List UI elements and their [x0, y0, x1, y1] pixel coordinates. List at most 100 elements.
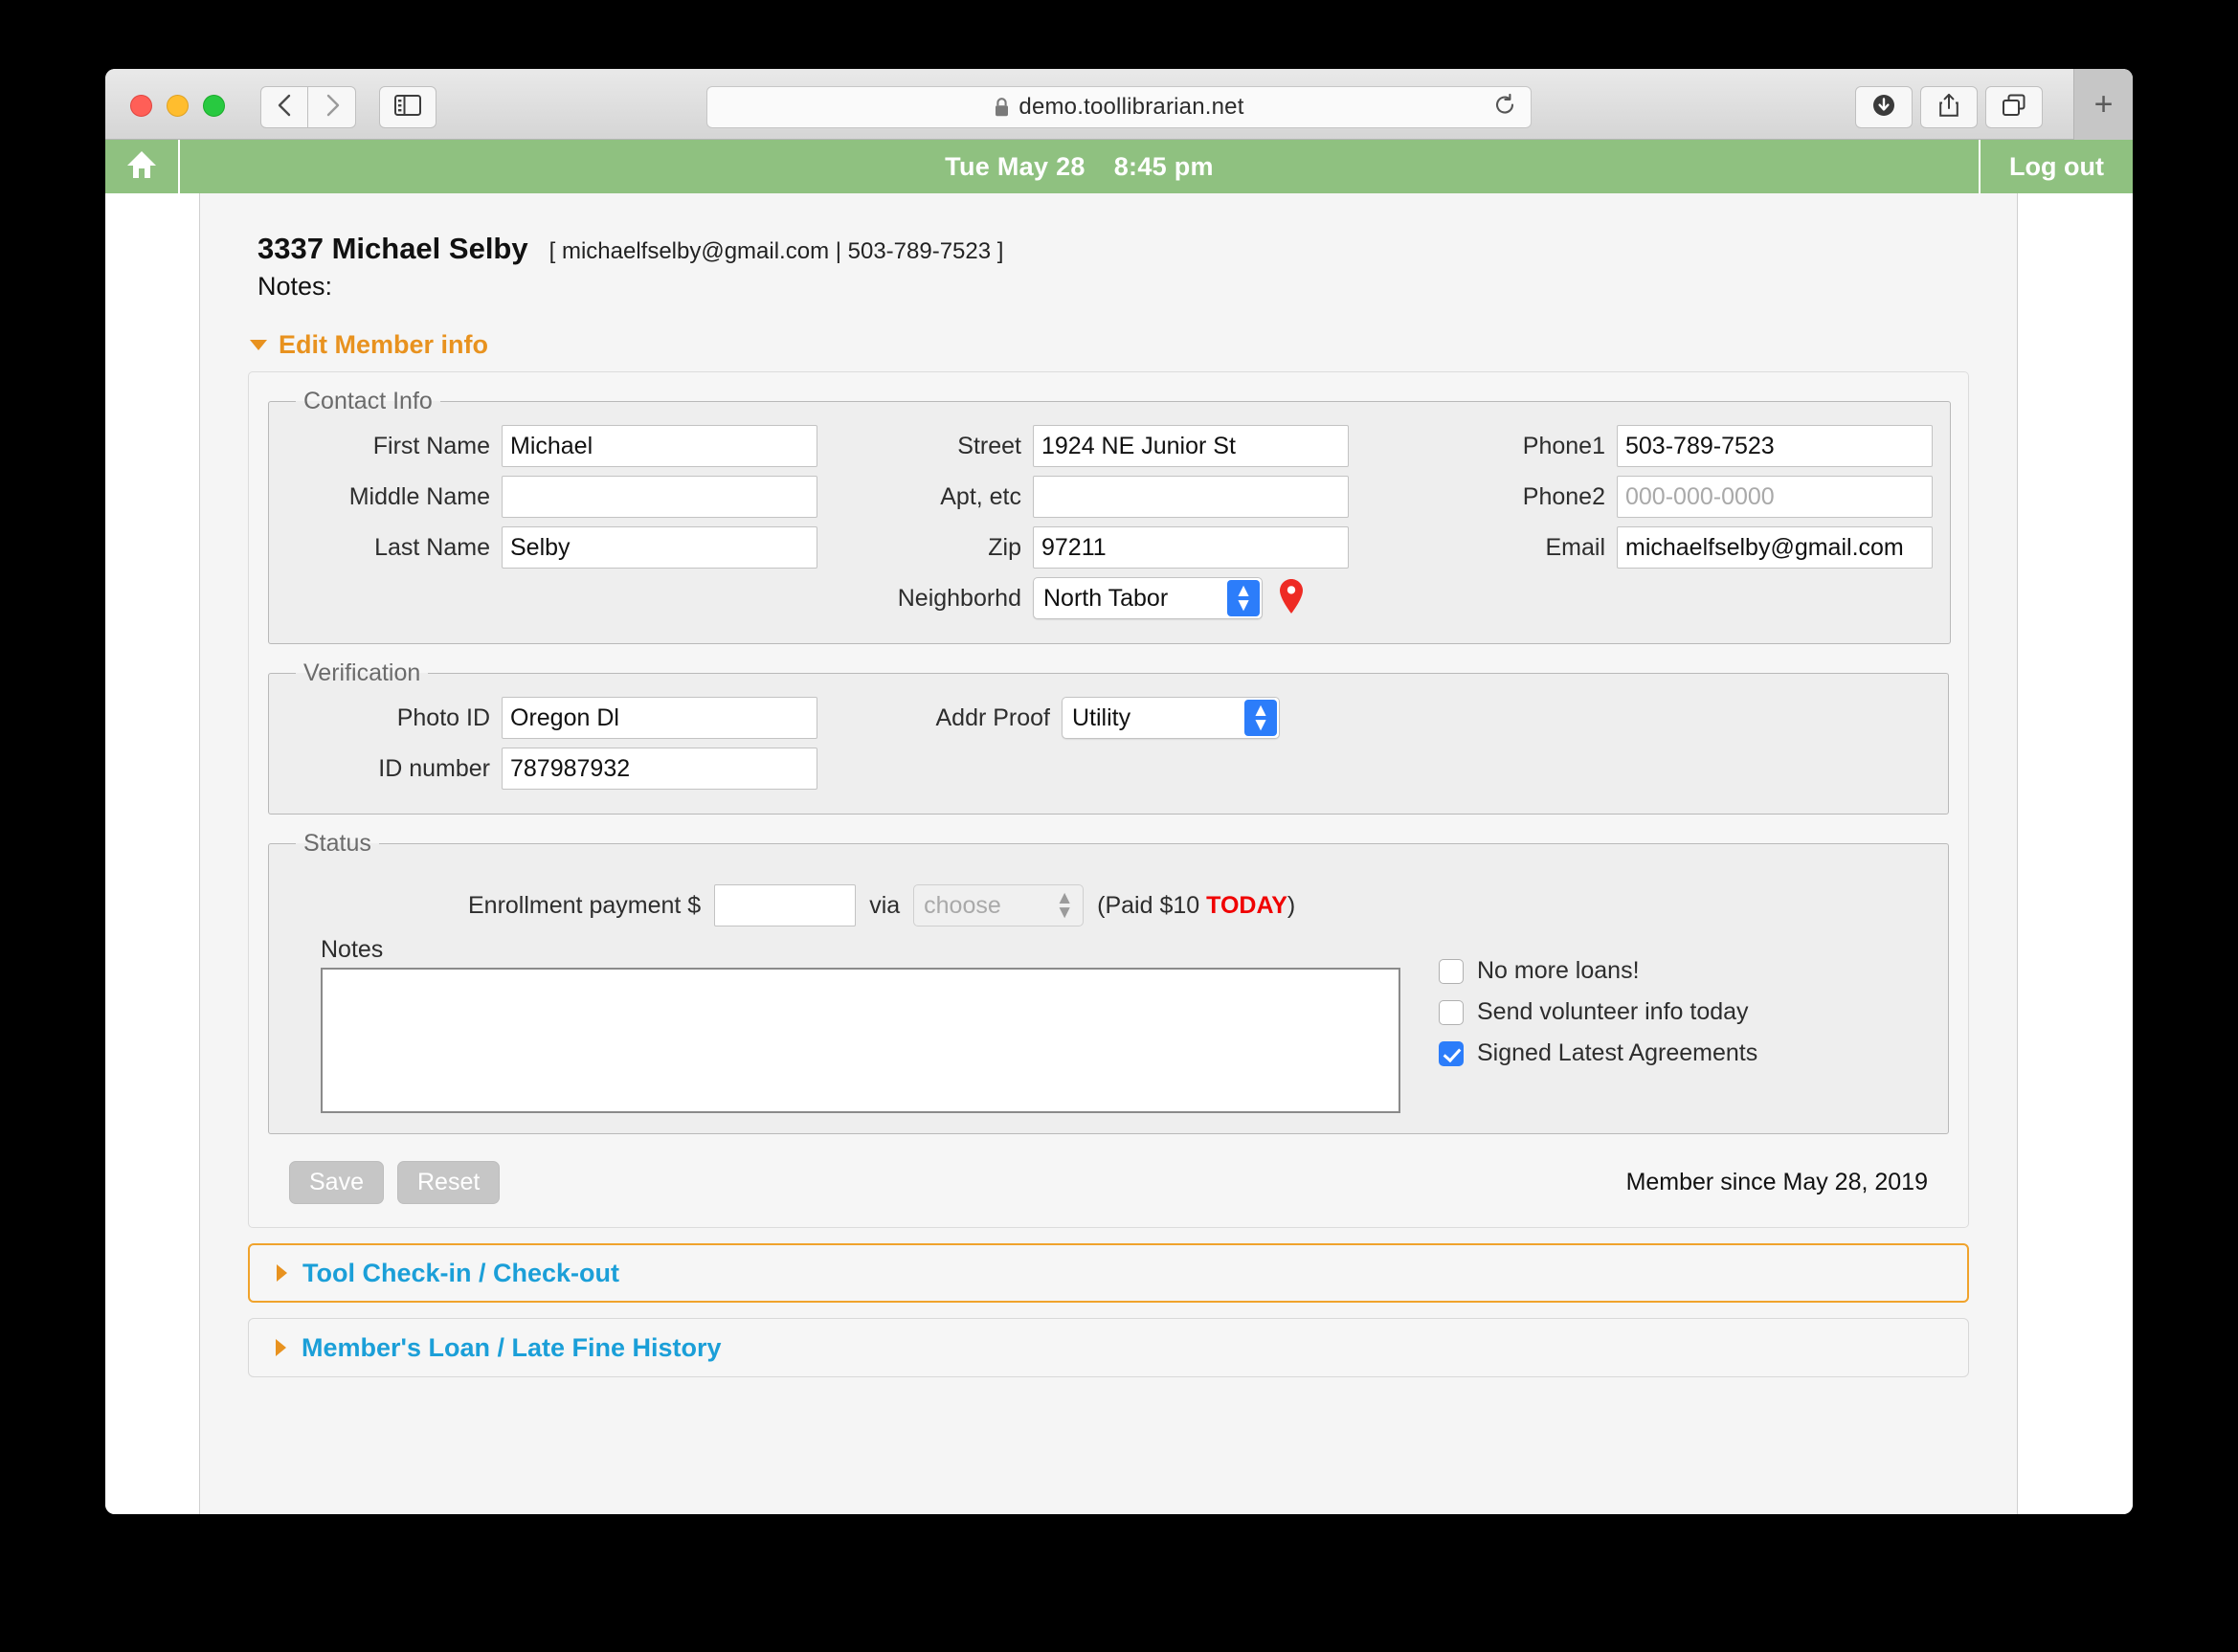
member-notes-label: Notes:: [257, 272, 333, 301]
panel-loan-fine-history-label: Member's Loan / Late Fine History: [302, 1332, 722, 1362]
email-input[interactable]: [1617, 526, 1933, 569]
save-button[interactable]: Save: [289, 1161, 384, 1204]
neighborhood-select[interactable]: North Tabor ▲ ▼: [1033, 577, 1263, 619]
panel-tool-checkin-checkout[interactable]: Tool Check-in / Check-out: [248, 1243, 1969, 1303]
checkbox-row-signed-agreements[interactable]: Signed Latest Agreements: [1439, 1039, 1757, 1067]
no-more-loans-label: No more loans!: [1477, 957, 1640, 984]
paid-suffix: ): [1287, 891, 1296, 919]
home-button[interactable]: [105, 140, 180, 193]
photo-id-input[interactable]: [502, 697, 817, 739]
neighborhood-label: Neighborhd: [897, 584, 1021, 612]
verification-legend: Verification: [303, 659, 421, 686]
contact-column-address: Street Apt, etc Zip: [861, 425, 1464, 628]
page-title: 3337 Michael Selby: [257, 232, 528, 265]
verification-fieldset: Verification Photo ID ID number: [268, 659, 1949, 815]
payment-method-select[interactable]: choose ▲ ▼: [913, 884, 1085, 926]
chevron-left-icon: [276, 93, 293, 123]
back-button[interactable]: [260, 86, 308, 128]
neighborhood-row: Neighborhd North Tabor ▲ ▼: [861, 577, 1464, 619]
enrollment-payment-label: Enrollment payment $: [468, 891, 702, 919]
apt-label: Apt, etc: [940, 482, 1021, 510]
email-row: Email: [1464, 526, 1933, 569]
edit-member-info-disclosure[interactable]: Edit Member info: [250, 330, 2017, 360]
phone1-row: Phone1: [1464, 425, 1933, 467]
phone2-row: Phone2: [1464, 476, 1933, 518]
addr-proof-selected-value: Utility: [1072, 703, 1131, 731]
reload-button[interactable]: [1492, 93, 1517, 123]
addr-proof-label: Addr Proof: [935, 703, 1050, 731]
apt-input[interactable]: [1033, 476, 1349, 518]
id-number-row: ID number: [286, 748, 861, 790]
last-name-input[interactable]: [502, 526, 817, 569]
address-bar[interactable]: demo.toollibrarian.net: [706, 86, 1532, 128]
verification-column-right: Addr Proof Utility ▲ ▼: [861, 697, 1280, 798]
downloads-button[interactable]: [1855, 86, 1913, 128]
status-notes-label: Notes: [321, 936, 384, 963]
datetime-display: Tue May 28 8:45 pm: [180, 140, 1979, 193]
paid-prefix: (Paid $10: [1097, 891, 1207, 919]
zip-input[interactable]: [1033, 526, 1349, 569]
maximize-window-button[interactable]: [203, 95, 225, 117]
send-volunteer-info-checkbox[interactable]: [1439, 999, 1464, 1025]
payment-method-selected-value: choose: [924, 891, 1001, 919]
first-name-row: First Name: [286, 425, 861, 467]
street-input[interactable]: [1033, 425, 1349, 467]
last-name-row: Last Name: [286, 526, 861, 569]
email-label: Email: [1545, 533, 1605, 561]
app-header-bar: Tue May 28 8:45 pm Log out: [105, 140, 2133, 193]
share-button[interactable]: [1920, 86, 1978, 128]
street-row: Street: [861, 425, 1464, 467]
browser-toolbar: demo.toollibrarian.net +: [105, 69, 2133, 140]
signed-latest-agreements-checkbox[interactable]: [1439, 1040, 1464, 1066]
forward-button[interactable]: [308, 86, 356, 128]
card-footer: Save Reset Member since May 28, 2019: [268, 1150, 1949, 1204]
close-window-button[interactable]: [130, 95, 152, 117]
addr-proof-select[interactable]: Utility ▲ ▼: [1062, 697, 1280, 739]
zip-label: Zip: [988, 533, 1021, 561]
phone1-input[interactable]: [1617, 425, 1933, 467]
address-bar-text: demo.toollibrarian.net: [1018, 94, 1244, 120]
download-icon: [1871, 93, 1896, 123]
middle-name-input[interactable]: [502, 476, 817, 518]
contact-info-fieldset: Contact Info First Name Middle Name: [268, 388, 1951, 644]
status-legend: Status: [303, 830, 371, 857]
last-name-label: Last Name: [374, 533, 490, 561]
checkbox-row-no-more-loans[interactable]: No more loans!: [1439, 957, 1757, 985]
phone1-label: Phone1: [1522, 432, 1605, 459]
enrollment-payment-input[interactable]: [714, 884, 857, 926]
chevron-right-icon: [276, 1339, 286, 1356]
phone2-input[interactable]: [1617, 476, 1933, 518]
member-contact-line: [ michaelfselby@gmail.com | 503-789-7523…: [548, 238, 1004, 264]
minimize-window-button[interactable]: [167, 95, 189, 117]
no-more-loans-checkbox[interactable]: [1439, 958, 1464, 984]
paid-note: (Paid $10 TODAY): [1097, 892, 1295, 920]
panel-loan-fine-history[interactable]: Member's Loan / Late Fine History: [248, 1318, 1969, 1377]
checkbox-row-send-volunteer-info[interactable]: Send volunteer info today: [1439, 998, 1757, 1026]
zip-row: Zip: [861, 526, 1464, 569]
page-body: 3337 Michael Selby [ michaelfselby@gmail…: [105, 193, 2133, 1514]
sidebar-icon: [394, 94, 421, 121]
status-notes-textarea[interactable]: [321, 968, 1400, 1113]
contact-info-legend: Contact Info: [303, 388, 433, 414]
share-icon: [1937, 92, 1960, 123]
photo-id-label: Photo ID: [396, 703, 490, 731]
tab-overview-button[interactable]: [1985, 86, 2043, 128]
photo-id-row: Photo ID: [286, 697, 861, 739]
status-checkbox-group: No more loans! Send volunteer info today…: [1439, 936, 1757, 1081]
id-number-input[interactable]: [502, 748, 817, 790]
logout-button[interactable]: Log out: [1979, 140, 2133, 193]
map-pin-icon[interactable]: [1278, 578, 1305, 619]
contact-column-name: First Name Middle Name Last Name: [286, 425, 861, 628]
reset-button[interactable]: Reset: [396, 1161, 501, 1204]
enrollment-payment-row: Enrollment payment $ via choose ▲ ▼ (Paid…: [286, 884, 1931, 926]
sidebar-toggle-button[interactable]: [379, 86, 436, 128]
middle-name-label: Middle Name: [348, 482, 490, 510]
tab-overview-icon: [2001, 93, 2027, 123]
chevron-right-icon: [277, 1264, 287, 1282]
street-label: Street: [957, 432, 1021, 459]
apt-row: Apt, etc: [861, 476, 1464, 518]
first-name-input[interactable]: [502, 425, 817, 467]
status-fieldset: Status Enrollment payment $ via choose ▲…: [268, 830, 1949, 1134]
chevron-down-icon: [250, 340, 267, 350]
new-tab-button[interactable]: +: [2073, 69, 2133, 140]
